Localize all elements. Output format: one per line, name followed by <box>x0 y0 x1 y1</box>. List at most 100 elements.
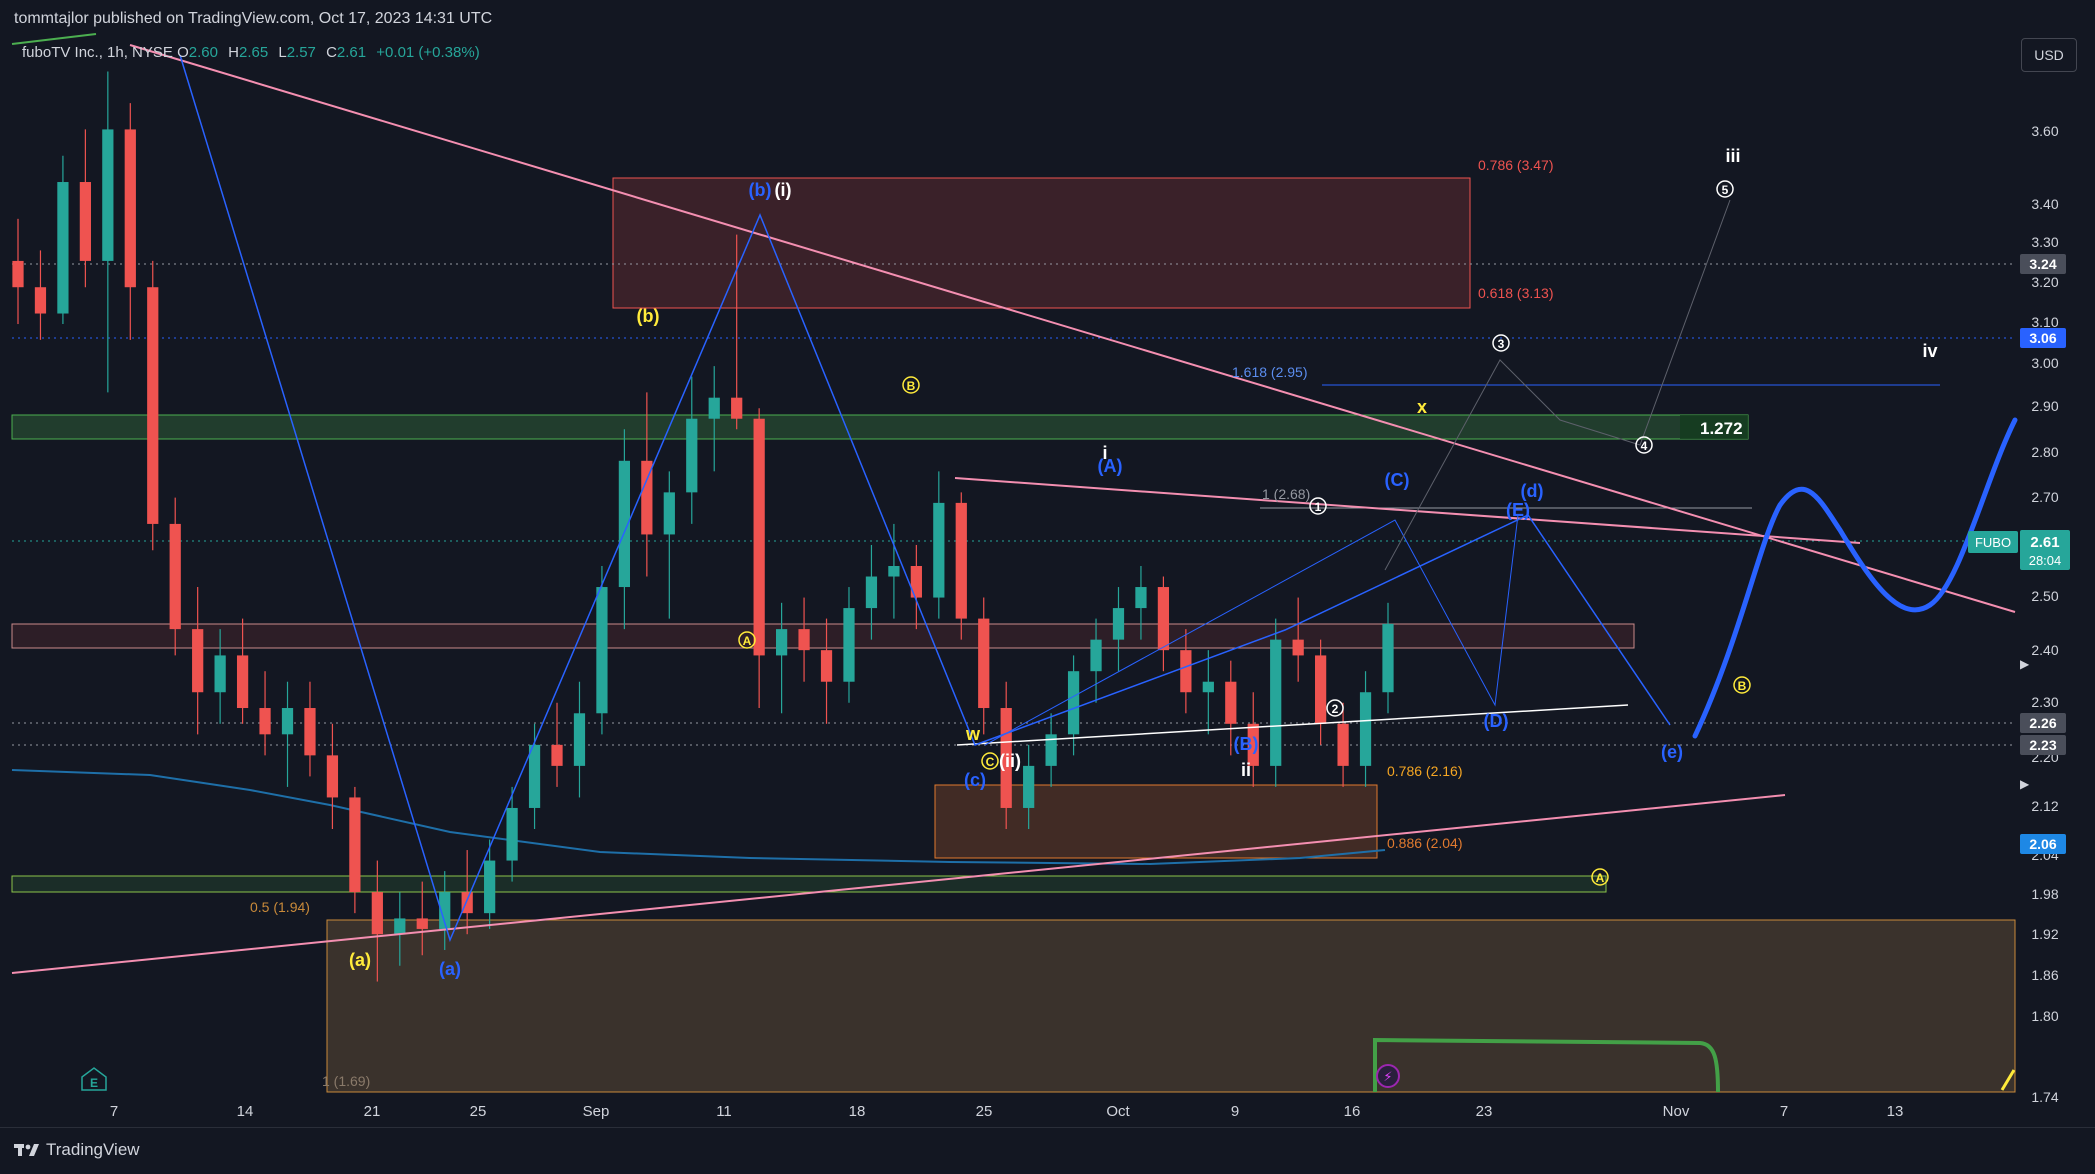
y-tick-label: 2.80 <box>2031 444 2058 460</box>
fib-label: 0.618 (3.13) <box>1478 285 1554 301</box>
candle-body <box>416 918 428 929</box>
wave-label: (e) <box>1661 742 1683 762</box>
candle-body <box>731 397 743 419</box>
wave-label: A <box>1596 871 1605 885</box>
wave-label: ii <box>1241 760 1251 780</box>
x-tick-label: 18 <box>849 1103 866 1120</box>
x-tick-label: 16 <box>1344 1103 1361 1120</box>
candle-body <box>775 629 788 656</box>
close-label: C <box>326 44 337 61</box>
x-tick-label: Oct <box>1106 1103 1130 1120</box>
candle-body <box>910 566 922 598</box>
resistance-zone <box>612 177 1471 309</box>
x-tick-label: 13 <box>1887 1103 1904 1120</box>
wave-label: (i) <box>775 180 792 200</box>
y-tick-label: 3.00 <box>2031 355 2058 371</box>
candle-body <box>1382 623 1394 693</box>
candle-body <box>663 492 675 535</box>
candle-body <box>1135 587 1147 609</box>
candle-body <box>349 797 361 893</box>
wave-label: iii <box>1725 146 1740 166</box>
candle-body <box>147 287 159 524</box>
wave-label: (ii) <box>999 751 1021 771</box>
wave-label: iv <box>1922 341 1937 361</box>
candle-body <box>1090 639 1102 672</box>
y-tick-label: 3.30 <box>2031 234 2058 250</box>
candle-body <box>843 608 855 682</box>
y-tick-label: 1.86 <box>2031 967 2058 983</box>
candle-body <box>1180 650 1192 693</box>
wave-label: B <box>907 379 916 393</box>
price-badge-value: 2.26 <box>2029 715 2056 731</box>
wave-label: (c) <box>964 770 986 790</box>
wave-label: (b) <box>749 180 772 200</box>
tradingview-logo-icon <box>14 1144 39 1156</box>
x-tick-label: 25 <box>976 1103 993 1120</box>
price-chart[interactable]: 0.786 (3.47) 0.618 (3.13) 1.618 (2.95) 1.27… <box>0 0 2095 1173</box>
wave-label: (a) <box>439 959 461 979</box>
fib-label: 1.618 (2.95) <box>1232 364 1308 380</box>
candle-body <box>1225 681 1237 724</box>
high-value: 2.65 <box>238 44 269 61</box>
candle-body <box>484 860 496 914</box>
x-tick-label: 25 <box>470 1103 487 1120</box>
candle-body <box>1270 639 1282 766</box>
symbol-tag: FUBO <box>1975 535 2011 550</box>
candle-body <box>192 629 204 693</box>
wave-label: C <box>986 755 995 769</box>
fib-label: 1 (2.68) <box>1262 486 1310 502</box>
candle-body <box>888 566 900 577</box>
y-tick-label: 3.20 <box>2031 274 2058 290</box>
high-label: H <box>228 44 239 61</box>
fib-label: 0.786 (2.16) <box>1387 763 1463 779</box>
wave-label: B <box>1738 679 1747 693</box>
candle-body <box>528 744 541 808</box>
candle-body <box>1359 692 1372 766</box>
candle-body <box>326 755 339 798</box>
x-tick-label: Sep <box>583 1103 610 1120</box>
wave-label: (E) <box>1506 500 1530 520</box>
price-badge-value: 3.06 <box>2029 330 2056 346</box>
tradingview-logo: TradingView <box>14 1140 140 1160</box>
wave-label: A <box>743 634 752 648</box>
symbol-legend: fuboTV Inc., 1h, NYSE O2.60 H2.65 L2.57 … <box>22 44 486 61</box>
wave-label: (B) <box>1234 734 1259 754</box>
fib-label: 0.5 (1.94) <box>250 899 310 915</box>
x-tick-label: 21 <box>364 1103 381 1120</box>
fib-label: 1 (1.69) <box>322 1073 370 1089</box>
candle-body <box>12 260 24 288</box>
x-tick-label: 9 <box>1231 1103 1239 1120</box>
y-tick-label: 2.30 <box>2031 694 2058 710</box>
y-tick-label: 3.10 <box>2031 314 2058 330</box>
x-tick-label: 23 <box>1476 1103 1493 1120</box>
candle-body <box>933 502 945 598</box>
candle-body <box>1023 765 1035 808</box>
candle-body <box>79 182 91 261</box>
wave-label: 5 <box>1722 183 1729 197</box>
currency-button[interactable]: USD <box>2021 38 2077 72</box>
footer-bar <box>0 1127 2095 1174</box>
bar-countdown: 28:04 <box>2029 553 2062 568</box>
deep-support-zone <box>326 919 2016 1093</box>
fib-label: 0.786 (3.47) <box>1478 157 1554 173</box>
y-tick-label: 3.40 <box>2031 196 2058 212</box>
wave-label: (C) <box>1385 470 1410 490</box>
green-zone-upper <box>11 414 1749 440</box>
e-logo-letter: E <box>90 1076 98 1090</box>
candle-body <box>1292 639 1304 656</box>
x-tick-label: 11 <box>716 1103 732 1120</box>
symbol-name: fuboTV Inc., 1h, NYSE <box>22 44 173 61</box>
candle-body <box>34 287 47 314</box>
candle-body <box>551 744 563 766</box>
candle-body <box>214 655 226 693</box>
y-tick-label: 2.40 <box>2031 642 2058 658</box>
wave-label: 4 <box>1641 439 1648 453</box>
axis-arrow-icon: ▶ <box>2020 777 2030 791</box>
green-zone-lower <box>11 875 1607 893</box>
price-badge-value: 3.24 <box>2029 256 2056 272</box>
price-badge-value: 2.23 <box>2029 737 2056 753</box>
change-value: +0.01 (+0.38%) <box>376 44 480 61</box>
candle-body <box>978 618 990 709</box>
fib-label: 1.272 <box>1700 419 1743 438</box>
y-tick-label: 1.92 <box>2031 926 2058 942</box>
